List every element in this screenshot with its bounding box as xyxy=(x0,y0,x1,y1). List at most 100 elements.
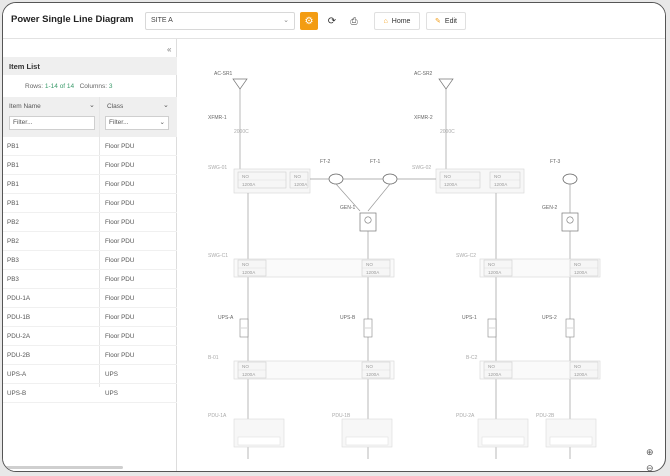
diagram-label: UPS-B xyxy=(340,315,356,321)
breaker-rating: 1200A xyxy=(444,182,458,187)
zoom-in-icon[interactable]: ⊕ xyxy=(646,447,654,458)
refresh-button[interactable]: ⟳ xyxy=(323,12,341,30)
horizontal-scrollbar[interactable] xyxy=(3,466,123,469)
item-name-cell: PB1 xyxy=(7,143,19,150)
home-button[interactable]: ⌂ Home xyxy=(374,12,420,30)
class-cell: Floor PDU xyxy=(105,181,135,188)
class-cell: Floor PDU xyxy=(105,333,135,340)
ac-source-1[interactable] xyxy=(232,78,248,90)
diagram-label: UPS-A xyxy=(218,315,234,321)
table-row[interactable]: PDU-2A Floor PDU xyxy=(3,327,177,346)
app-window: Power Single Line Diagram SITE A ⌄ ⚙ ⟳ ⎙… xyxy=(2,2,666,472)
collapse-right-button[interactable]: « xyxy=(665,45,666,54)
site-select[interactable]: SITE A ⌄ xyxy=(145,12,295,30)
table-row[interactable]: PB1 Floor PDU xyxy=(3,137,177,156)
table-row[interactable]: PB2 Floor PDU xyxy=(3,232,177,251)
breaker-state: NO xyxy=(574,364,581,369)
table-row[interactable]: UPS-A UPS xyxy=(3,365,177,384)
fuel-tank-2[interactable] xyxy=(328,173,344,185)
class-cell: Floor PDU xyxy=(105,143,135,150)
diagram-label: AC-SR1 xyxy=(214,71,233,77)
breaker-state: NO xyxy=(494,174,501,179)
item-name-cell: PB1 xyxy=(7,162,19,169)
settings-button[interactable]: ⚙ xyxy=(300,12,318,30)
table-row[interactable]: UPS-B UPS xyxy=(3,384,177,403)
breaker-state: NO xyxy=(294,174,301,179)
chevron-down-icon: ⌄ xyxy=(283,17,289,24)
home-label: Home xyxy=(391,17,411,25)
chevron-down-icon: ⌄ xyxy=(159,119,165,126)
zoom-out-icon[interactable]: ⊖ xyxy=(646,463,654,471)
site-select-value: SITE A xyxy=(151,17,173,24)
item-name-filter-input[interactable]: Filter... xyxy=(9,116,95,130)
table-row[interactable]: PB3 Floor PDU xyxy=(3,270,177,289)
table-row[interactable]: PB2 Floor PDU xyxy=(3,213,177,232)
breaker-rating: 1200A xyxy=(242,182,256,187)
breaker-rating: 1200A xyxy=(242,372,256,377)
item-name-cell: PB2 xyxy=(7,219,19,226)
diagram-label: FT-1 xyxy=(370,159,380,165)
table-row[interactable]: PDU-1A Floor PDU xyxy=(3,289,177,308)
diagram-label: SWG-02 xyxy=(412,165,431,171)
diagram-label: PDU-2B xyxy=(536,413,555,419)
table-row[interactable]: PB1 Floor PDU xyxy=(3,156,177,175)
table-row[interactable]: PB1 Floor PDU xyxy=(3,194,177,213)
table-row[interactable]: PDU-1B Floor PDU xyxy=(3,308,177,327)
diagram-label: 2000C xyxy=(234,129,249,135)
breaker-state: NO xyxy=(242,364,249,369)
diagram-label: AC-SR2 xyxy=(414,71,433,77)
diagram-label: SWG-C1 xyxy=(208,253,228,259)
generator-2[interactable] xyxy=(561,212,579,232)
breaker-state: NO xyxy=(366,364,373,369)
home-icon: ⌂ xyxy=(383,17,388,25)
diagram-label: 2000C xyxy=(440,129,455,135)
class-cell: Floor PDU xyxy=(105,219,135,226)
class-filter-select[interactable]: Filter... ⌄ xyxy=(105,116,169,130)
item-list-title: Item List xyxy=(3,57,177,75)
diagram-label: SWG-C2 xyxy=(456,253,476,259)
diagram-label: FT-3 xyxy=(550,159,560,165)
breaker-rating: 1200A xyxy=(366,270,380,275)
ac-source-2[interactable] xyxy=(438,78,454,90)
column-header-class[interactable]: Class xyxy=(107,103,123,110)
class-cell: Floor PDU xyxy=(105,314,135,321)
class-cell: Floor PDU xyxy=(105,162,135,169)
breaker-rating: 1200A xyxy=(574,372,588,377)
breaker-rating: 1200A xyxy=(242,270,256,275)
class-cell: Floor PDU xyxy=(105,352,135,359)
item-name-cell: PB1 xyxy=(7,200,19,207)
item-name-cell: UPS-B xyxy=(7,390,27,397)
breaker-rating: 1200A xyxy=(366,372,380,377)
table-row[interactable]: PB3 Floor PDU xyxy=(3,251,177,270)
refresh-icon: ⟳ xyxy=(327,15,337,27)
gear-icon: ⚙ xyxy=(304,15,314,27)
table-row[interactable]: PDU-2B Floor PDU xyxy=(3,346,177,365)
item-name-cell: UPS-A xyxy=(7,371,27,378)
column-menu-icon[interactable]: ⌄ xyxy=(89,101,95,109)
table-row[interactable]: PB1 Floor PDU xyxy=(3,175,177,194)
fuel-tank-1[interactable] xyxy=(382,173,398,185)
breaker-rating: 1200A xyxy=(488,270,502,275)
collapse-panel-button[interactable]: « xyxy=(167,45,171,54)
edit-button[interactable]: ✎ Edit xyxy=(426,12,466,30)
diagram-label: PDU-1B xyxy=(332,413,351,419)
class-cell: Floor PDU xyxy=(105,238,135,245)
breaker-state: NO xyxy=(488,262,495,267)
fuel-tank-3[interactable] xyxy=(562,173,578,185)
column-header-item-name[interactable]: Item Name xyxy=(9,103,41,110)
item-name-cell: PDU-2B xyxy=(7,352,31,359)
edit-label: Edit xyxy=(444,17,457,25)
print-button[interactable]: ⎙ xyxy=(345,12,363,30)
diagram-label: GEN-2 xyxy=(542,205,558,211)
diagram-label: XFMR-2 xyxy=(414,115,433,121)
class-cell: UPS xyxy=(105,371,118,378)
item-name-cell: PDU-1A xyxy=(7,295,31,302)
single-line-diagram[interactable]: « AC-SR1 AC-SR2 XFMR-1 2000C XFMR-2 2000C SWG-… xyxy=(178,39,666,471)
item-name-cell: PB3 xyxy=(7,257,19,264)
column-menu-icon[interactable]: ⌄ xyxy=(163,101,169,109)
item-list-panel: « Item List Rows: 1-14 of 14 Columns: 3 … xyxy=(3,39,177,471)
class-cell: Floor PDU xyxy=(105,276,135,283)
connector-line[interactable] xyxy=(367,183,391,212)
item-name-cell: PB1 xyxy=(7,181,19,188)
generator-1[interactable] xyxy=(359,212,377,232)
